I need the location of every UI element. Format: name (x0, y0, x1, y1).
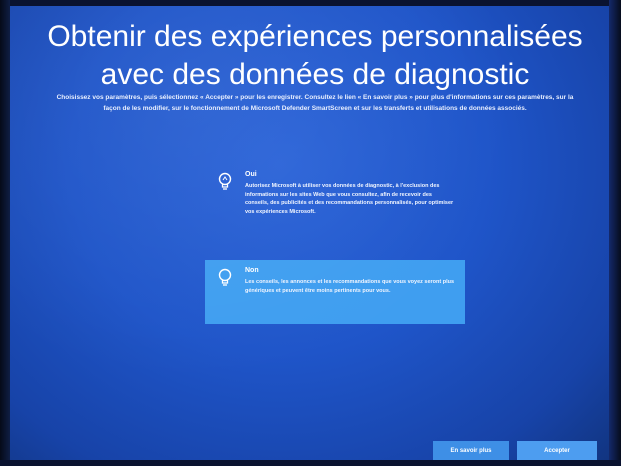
option-yes[interactable]: Oui Autorisez Microsoft à utiliser vos d… (205, 164, 465, 249)
option-yes-description: Autorisez Microsoft à utiliser vos donné… (245, 183, 454, 215)
lightbulb-on-icon (217, 172, 233, 192)
option-no-text: Non Les conseils, les annonces et les re… (245, 266, 455, 295)
option-yes-label: Oui (245, 171, 257, 178)
accept-button[interactable]: Accepter (517, 441, 597, 461)
page-title: Obtenir des expériences personnalisées a… (47, 20, 583, 91)
learn-more-button[interactable]: En savoir plus (433, 441, 509, 461)
photo-frame: Obtenir des expériences personnalisées a… (0, 0, 621, 466)
monitor-bezel-top (0, 0, 621, 6)
page-subtitle: Choisissez vos paramètres, puis sélectio… (56, 94, 574, 112)
option-no[interactable]: Non Les conseils, les annonces et les re… (205, 260, 465, 324)
lightbulb-off-icon (217, 268, 233, 288)
monitor-bezel-right (609, 0, 621, 466)
monitor-bezel-bottom (0, 460, 621, 466)
monitor-bezel-left (0, 0, 10, 466)
oobe-screen: Obtenir des expériences personnalisées a… (10, 4, 610, 464)
option-yes-text: Oui Autorisez Microsoft à utiliser vos d… (245, 170, 455, 216)
option-no-description: Les conseils, les annonces et les recomm… (245, 279, 455, 294)
option-no-label: Non (245, 267, 259, 274)
